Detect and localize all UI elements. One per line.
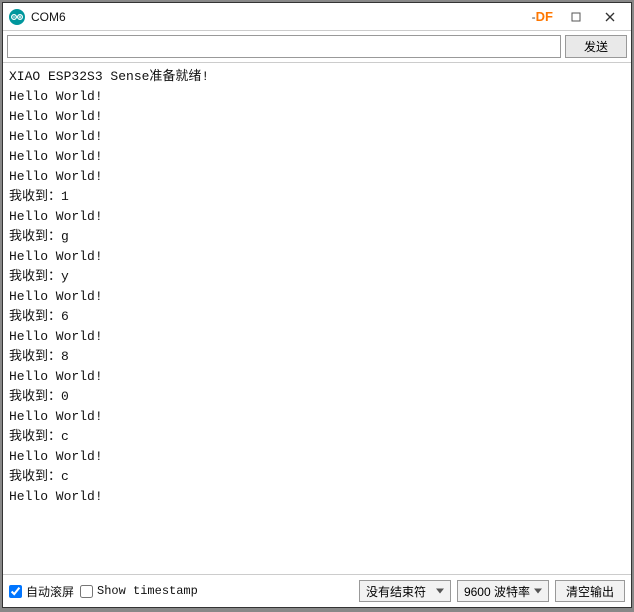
close-icon bbox=[605, 12, 615, 22]
send-row: 发送 bbox=[3, 31, 631, 62]
timestamp-checkbox[interactable]: Show timestamp bbox=[80, 584, 198, 598]
brand-label: DF bbox=[536, 9, 553, 24]
baud-rate-value: 9600 波特率 bbox=[464, 583, 530, 600]
arduino-icon bbox=[9, 9, 25, 25]
line-ending-value: 没有结束符 bbox=[366, 583, 426, 600]
clear-output-button[interactable]: 清空输出 bbox=[555, 580, 625, 602]
titlebar: COM6 - DF bbox=[3, 3, 631, 31]
baud-rate-select[interactable]: 9600 波特率 bbox=[457, 580, 549, 602]
close-button[interactable] bbox=[593, 5, 627, 29]
maximize-button[interactable] bbox=[559, 5, 593, 29]
bottombar: 自动滚屏 Show timestamp 没有结束符 9600 波特率 清空输出 bbox=[3, 575, 631, 607]
send-button[interactable]: 发送 bbox=[565, 35, 627, 58]
serial-output[interactable]: XIAO ESP32S3 Sense准备就绪! Hello World! Hel… bbox=[3, 62, 631, 575]
timestamp-input[interactable] bbox=[80, 585, 93, 598]
timestamp-label: Show timestamp bbox=[97, 584, 198, 598]
window-title: COM6 bbox=[31, 10, 66, 24]
autoscroll-input[interactable] bbox=[9, 585, 22, 598]
autoscroll-checkbox[interactable]: 自动滚屏 bbox=[9, 583, 74, 600]
serial-input[interactable] bbox=[7, 35, 561, 58]
titlebar-right: - DF bbox=[532, 5, 627, 29]
autoscroll-label: 自动滚屏 bbox=[26, 583, 74, 600]
serial-monitor-window: COM6 - DF 发送 XIAO ESP32S3 Sense准备就绪! Hel… bbox=[2, 2, 632, 608]
maximize-icon bbox=[571, 12, 581, 22]
line-ending-select[interactable]: 没有结束符 bbox=[359, 580, 451, 602]
